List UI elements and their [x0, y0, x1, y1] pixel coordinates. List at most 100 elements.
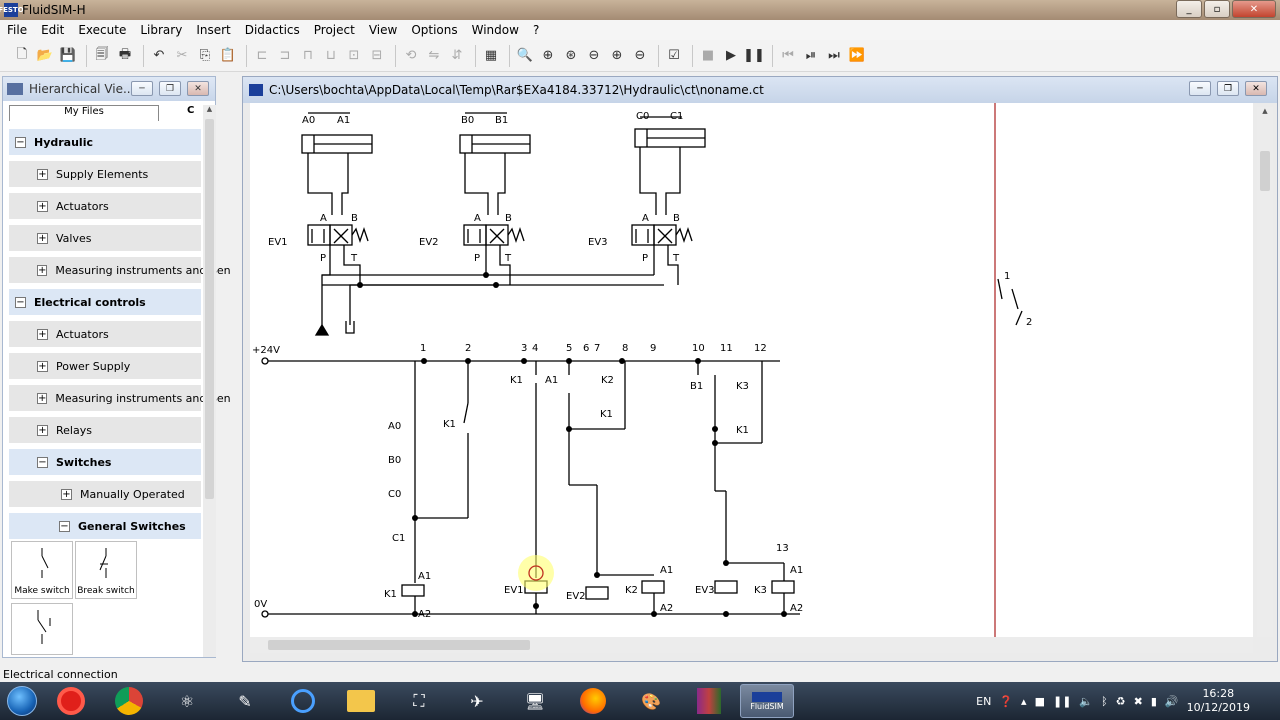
- make-switch-component[interactable]: Make switch: [11, 541, 73, 599]
- relay-k2[interactable]: [641, 580, 665, 594]
- tree-item-supply-elements[interactable]: + Supply Elements: [9, 161, 201, 187]
- menu-file[interactable]: File: [0, 23, 34, 37]
- changeover-switch-component[interactable]: [11, 603, 73, 655]
- relay-k1[interactable]: [401, 584, 425, 597]
- expand-icon[interactable]: +: [37, 424, 48, 436]
- taskbar-screen-capture[interactable]: ⛶: [392, 684, 446, 718]
- tree-item-relays[interactable]: + Relays: [9, 417, 201, 443]
- taskbar-fluidsim[interactable]: FluidSIM: [740, 684, 794, 718]
- drawing-minimize-button[interactable]: ─: [1189, 81, 1211, 96]
- menu-project[interactable]: Project: [307, 23, 362, 37]
- close-button[interactable]: ✕: [1232, 0, 1276, 18]
- tree-item-electrical-measuring[interactable]: + Measuring instruments and Sen: [9, 385, 231, 411]
- copy-icon[interactable]: ⎘: [195, 46, 215, 66]
- drawing-close-button[interactable]: ✕: [1245, 81, 1267, 96]
- taskbar-app-atom[interactable]: ⚛: [160, 684, 214, 718]
- fast-forward-icon[interactable]: ⏩: [847, 46, 867, 66]
- tree-item-electrical-controls[interactable]: − Electrical controls: [9, 289, 201, 315]
- zoom-icon[interactable]: 🔍: [515, 46, 535, 66]
- expand-icon[interactable]: +: [61, 488, 72, 500]
- tray-x-icon[interactable]: ✖: [1134, 695, 1143, 708]
- new-file-icon[interactable]: 🗋: [12, 46, 32, 66]
- drawing-restore-button[interactable]: ❐: [1217, 81, 1239, 96]
- taskbar-app-monitor[interactable]: 🖥: [508, 684, 562, 718]
- taskbar-explorer[interactable]: [334, 684, 388, 718]
- grid-icon[interactable]: ▦: [481, 46, 501, 66]
- taskbar-chrome[interactable]: [102, 684, 156, 718]
- align-center-icon[interactable]: ⊐: [275, 46, 295, 66]
- step-icon[interactable]: ⏯: [801, 46, 821, 66]
- collapse-icon[interactable]: −: [15, 136, 26, 148]
- drawing-vertical-scrollbar[interactable]: ▲: [1257, 107, 1273, 637]
- tree-item-power-supply[interactable]: + Power Supply: [9, 353, 201, 379]
- tray-stop-icon[interactable]: ■: [1035, 695, 1045, 708]
- align-top-icon[interactable]: ⊔: [321, 46, 341, 66]
- valve-ev3[interactable]: [631, 224, 655, 246]
- solenoid-ev2[interactable]: [585, 586, 609, 600]
- taskbar-firefox[interactable]: [566, 684, 620, 718]
- tray-app-icon[interactable]: ♻: [1116, 695, 1126, 708]
- tree-item-manually-operated[interactable]: + Manually Operated: [9, 481, 201, 507]
- menu-window[interactable]: Window: [465, 23, 526, 37]
- zoom-previous-icon[interactable]: ⊖: [584, 46, 604, 66]
- align-right-icon[interactable]: ⊓: [298, 46, 318, 66]
- language-indicator[interactable]: EN: [976, 695, 991, 708]
- library-restore-button[interactable]: ❐: [159, 81, 181, 96]
- tray-expand-icon[interactable]: ▴: [1021, 695, 1027, 708]
- expand-icon[interactable]: +: [37, 360, 48, 372]
- maximize-button[interactable]: ▫: [1204, 0, 1230, 18]
- tab-c[interactable]: C: [159, 105, 194, 121]
- valve-ev1[interactable]: [307, 224, 331, 246]
- tree-item-measuring-instruments[interactable]: + Measuring instruments and Sen: [9, 257, 231, 283]
- library-close-button[interactable]: ✕: [187, 81, 209, 96]
- menu-insert[interactable]: Insert: [189, 23, 237, 37]
- undo-icon[interactable]: ↶: [149, 46, 169, 66]
- tray-pause-icon[interactable]: ❚❚: [1053, 695, 1071, 708]
- save-icon[interactable]: 💾: [58, 46, 78, 66]
- expand-icon[interactable]: +: [37, 392, 48, 404]
- menu-didactics[interactable]: Didactics: [238, 23, 307, 37]
- menu-help[interactable]: ?: [526, 23, 546, 37]
- drawing-horizontal-scrollbar[interactable]: [250, 637, 1253, 653]
- tree-item-switches[interactable]: − Switches: [9, 449, 201, 475]
- reset-icon[interactable]: ⏮: [778, 46, 798, 66]
- help-icon[interactable]: ❓: [999, 695, 1013, 708]
- open-folder-icon[interactable]: 📂: [35, 46, 55, 66]
- paste-icon[interactable]: 📋: [218, 46, 238, 66]
- tree-item-valves[interactable]: + Valves: [9, 225, 201, 251]
- play-icon[interactable]: ▶: [721, 46, 741, 66]
- menu-edit[interactable]: Edit: [34, 23, 71, 37]
- zoom-window-icon[interactable]: ⊛: [561, 46, 581, 66]
- taskbar-app-paint[interactable]: ✎: [218, 684, 272, 718]
- stop-icon[interactable]: ■: [698, 46, 718, 66]
- clock[interactable]: 16:28 10/12/2019: [1187, 687, 1250, 715]
- taskbar-paint[interactable]: 🎨: [624, 684, 678, 718]
- volume-icon[interactable]: 🔊: [1165, 695, 1179, 708]
- align-bottom-icon[interactable]: ⊟: [367, 46, 387, 66]
- library-scrollbar[interactable]: ▲: [203, 105, 216, 657]
- zoom-out-icon[interactable]: ⊖: [630, 46, 650, 66]
- step-forward-icon[interactable]: ⏭: [824, 46, 844, 66]
- check-drawing-icon[interactable]: ☑: [664, 46, 684, 66]
- tray-speaker-icon[interactable]: 🔈: [1079, 695, 1093, 708]
- align-middle-icon[interactable]: ⊡: [344, 46, 364, 66]
- bluetooth-icon[interactable]: ᛒ: [1101, 695, 1108, 708]
- taskbar-opera[interactable]: [44, 684, 98, 718]
- mirror-icon[interactable]: ⇋: [424, 46, 444, 66]
- taskbar-winrar[interactable]: [682, 684, 736, 718]
- expand-icon[interactable]: +: [37, 232, 48, 244]
- menu-library[interactable]: Library: [133, 23, 189, 37]
- taskbar-app-plane[interactable]: ✈: [450, 684, 504, 718]
- expand-icon[interactable]: +: [37, 264, 48, 276]
- minimize-button[interactable]: _: [1176, 0, 1202, 18]
- tree-item-electrical-actuators[interactable]: + Actuators: [9, 321, 201, 347]
- align-left-icon[interactable]: ⊏: [252, 46, 272, 66]
- rotate-icon[interactable]: ⟲: [401, 46, 421, 66]
- relay-k3[interactable]: [771, 580, 795, 594]
- cut-icon[interactable]: ✂: [172, 46, 192, 66]
- network-icon[interactable]: ▮: [1151, 695, 1157, 708]
- tree-item-hydraulic[interactable]: − Hydraulic: [9, 129, 201, 155]
- tab-my-files[interactable]: My Files: [9, 105, 159, 121]
- valve-ev2[interactable]: [463, 224, 487, 246]
- solenoid-ev3[interactable]: [714, 580, 738, 594]
